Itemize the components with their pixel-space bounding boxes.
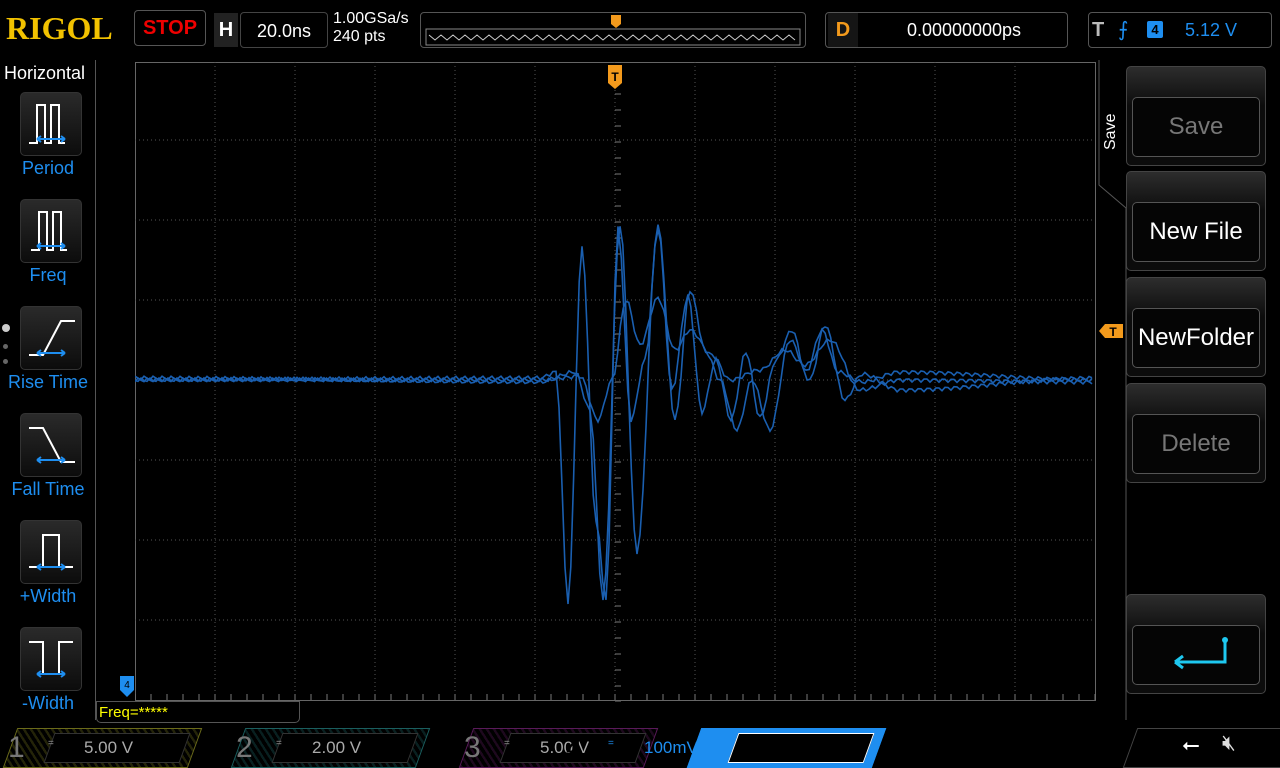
channel-scale: 2.00 V bbox=[312, 738, 362, 757]
freq-icon bbox=[31, 211, 67, 251]
period-icon bbox=[29, 104, 66, 144]
softkey-label: New File bbox=[1132, 202, 1260, 262]
channel-number: 2 bbox=[236, 731, 253, 764]
softkey-delete[interactable]: Delete bbox=[1126, 383, 1266, 483]
trigger-position-marker[interactable]: T bbox=[607, 64, 623, 97]
menu-button-rise-time[interactable] bbox=[20, 306, 82, 370]
channel-4-waveform-trace bbox=[135, 226, 1093, 605]
right-menu-tab-outline bbox=[1098, 60, 1127, 720]
status-area bbox=[1122, 728, 1280, 768]
speaker-muted-icon: 🔇︎ bbox=[1222, 730, 1236, 755]
svg-text:4: 4 bbox=[124, 680, 130, 691]
svg-text:T: T bbox=[611, 70, 619, 84]
sample-rate: 1.00GSa/s bbox=[333, 10, 409, 27]
page-indicator-dot bbox=[2, 324, 10, 332]
rise-time-icon bbox=[29, 320, 75, 357]
softkey-label: Save bbox=[1132, 97, 1260, 157]
delay-label: D bbox=[828, 13, 858, 47]
left-menu-title: Horizontal bbox=[4, 63, 86, 83]
channel-4-tab[interactable] bbox=[686, 728, 887, 768]
menu-label: Rise Time bbox=[7, 372, 88, 392]
trigger-label: T bbox=[1092, 19, 1105, 41]
trigger-box[interactable] bbox=[1088, 12, 1272, 48]
menu-label: -Width bbox=[21, 693, 74, 713]
channel-number: 1 bbox=[8, 731, 25, 764]
softkey-label: NewFolder bbox=[1132, 308, 1260, 368]
coupling-dc-icon: = bbox=[608, 738, 614, 749]
menu-button-period[interactable] bbox=[20, 92, 82, 156]
menu-label: Freq bbox=[29, 265, 67, 285]
run-stop-status[interactable]: STOP bbox=[134, 10, 206, 46]
fall-time-icon bbox=[29, 427, 75, 464]
memory-overview-bar bbox=[420, 12, 806, 48]
softkey-newfolder[interactable]: NewFolder bbox=[1126, 277, 1266, 377]
acquisition-info: 1.00GSa/s 240 pts bbox=[333, 10, 409, 46]
delay-value[interactable]: 0.00000000ps bbox=[860, 12, 1068, 48]
horizontal-label: H bbox=[214, 13, 238, 47]
channel-number: 3 bbox=[464, 731, 481, 764]
menu-label: +Width bbox=[19, 586, 77, 606]
coupling-dc-icon: = bbox=[276, 738, 282, 749]
menu-button-width[interactable] bbox=[20, 520, 82, 584]
channel-4-waveform-trace bbox=[135, 224, 1093, 601]
neg-width-icon bbox=[29, 641, 73, 678]
menu-label: Fall Time bbox=[11, 479, 85, 499]
menu-button-fall-time[interactable] bbox=[20, 413, 82, 477]
channel-scale-box bbox=[727, 733, 875, 763]
channel-scale: 5.00 V bbox=[84, 738, 134, 757]
return-icon bbox=[1174, 637, 1228, 670]
rising-edge-icon: ⨍ bbox=[1118, 19, 1129, 41]
rigol-logo: RIGOL bbox=[6, 10, 113, 46]
pos-width-icon bbox=[29, 534, 73, 571]
measurement-readout: Freq=***** bbox=[96, 701, 300, 723]
return-button[interactable] bbox=[1126, 594, 1266, 694]
ch4-offset-marker[interactable]: 4 bbox=[119, 675, 135, 704]
memory-waveform-preview bbox=[428, 34, 796, 41]
menu-label: Period bbox=[21, 158, 75, 178]
memory-depth: 240 pts bbox=[333, 28, 386, 45]
page-indicator-dot bbox=[3, 344, 8, 349]
coupling-dc-icon: = bbox=[48, 738, 54, 749]
softkey-label bbox=[1132, 625, 1260, 685]
timebase-value[interactable]: 20.0ns bbox=[240, 12, 328, 48]
menu-button-width[interactable] bbox=[20, 627, 82, 691]
channel-number: 4 bbox=[566, 731, 583, 764]
trigger-level[interactable]: 5.12 V bbox=[1185, 13, 1237, 47]
menu-button-freq[interactable] bbox=[20, 199, 82, 263]
coupling-dc-icon: = bbox=[504, 738, 510, 749]
trigger-source-badge: 4 bbox=[1147, 21, 1163, 38]
softkey-new-file[interactable]: New File bbox=[1126, 171, 1266, 271]
softkey-label: Delete bbox=[1132, 414, 1260, 474]
channel-scale: 100mV bbox=[644, 738, 698, 757]
waveform-display[interactable] bbox=[135, 62, 1097, 702]
page-indicator-dot bbox=[3, 359, 8, 364]
usb-icon: ⭠ bbox=[1182, 732, 1200, 757]
softkey-save[interactable]: Save bbox=[1126, 66, 1266, 166]
